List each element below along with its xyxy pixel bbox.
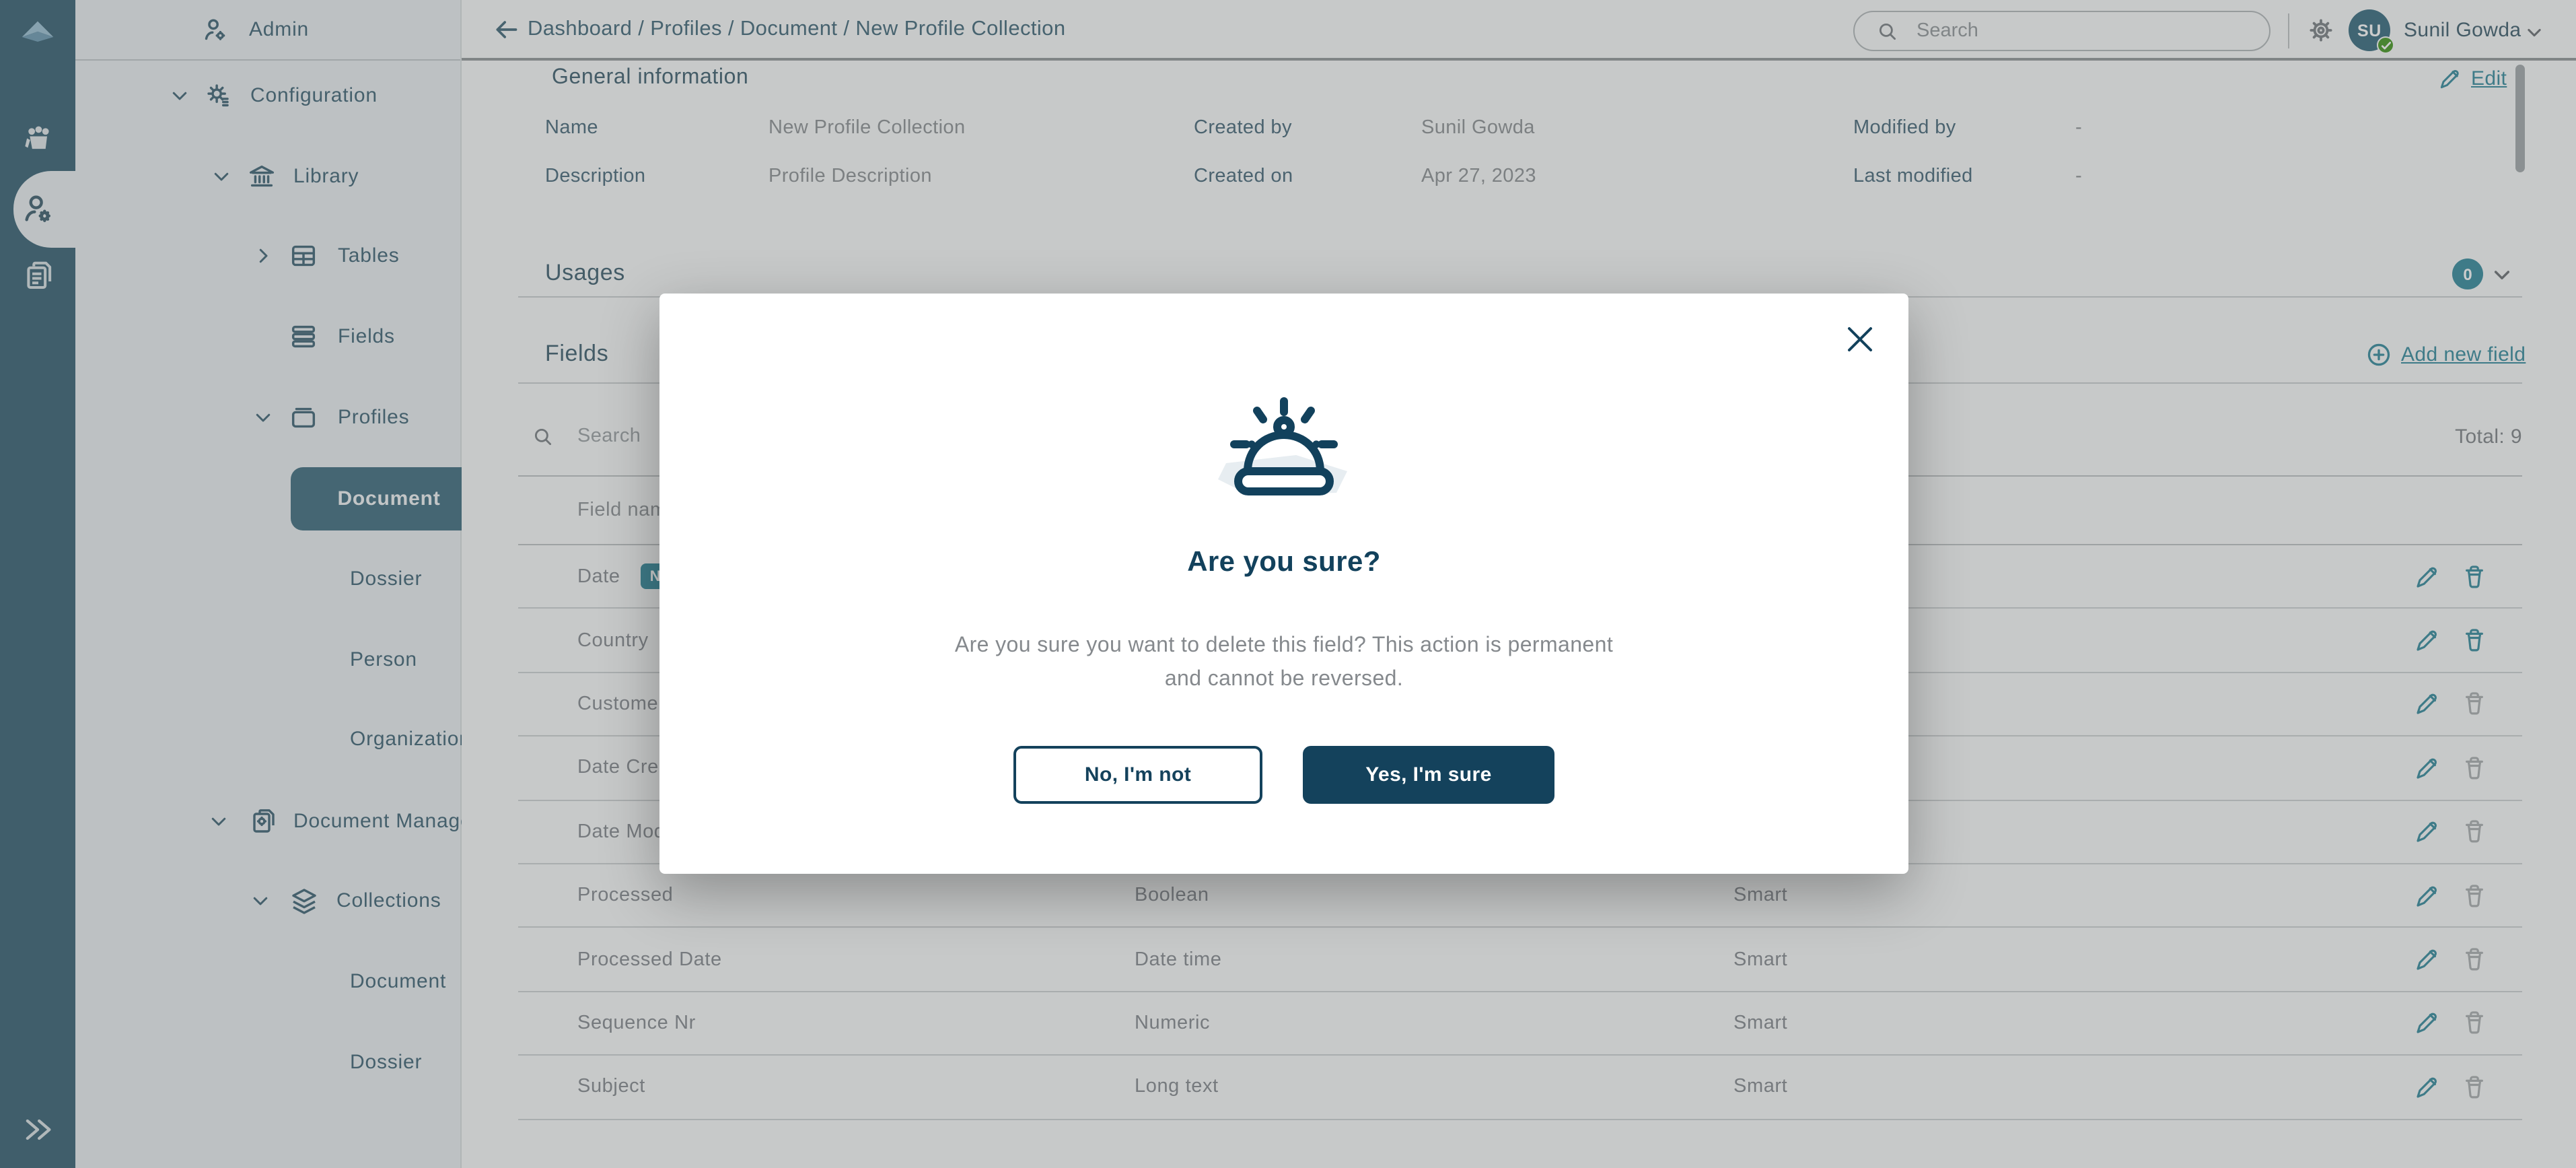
cancel-button[interactable]: No, I'm not <box>1013 746 1262 804</box>
app-window: Admin Configuration Library Tables <box>0 0 2576 1168</box>
close-icon[interactable] <box>1844 323 1876 355</box>
confirm-button[interactable]: Yes, I'm sure <box>1303 746 1554 804</box>
confirm-delete-dialog: Are you sure? Are you sure you want to d… <box>659 294 1908 874</box>
dialog-title: Are you sure? <box>659 547 1908 579</box>
dialog-message: Are you sure you want to delete this fie… <box>947 629 1620 696</box>
dialog-actions: No, I'm not Yes, I'm sure <box>659 746 1908 804</box>
cloche-alert-icon <box>1213 393 1355 520</box>
